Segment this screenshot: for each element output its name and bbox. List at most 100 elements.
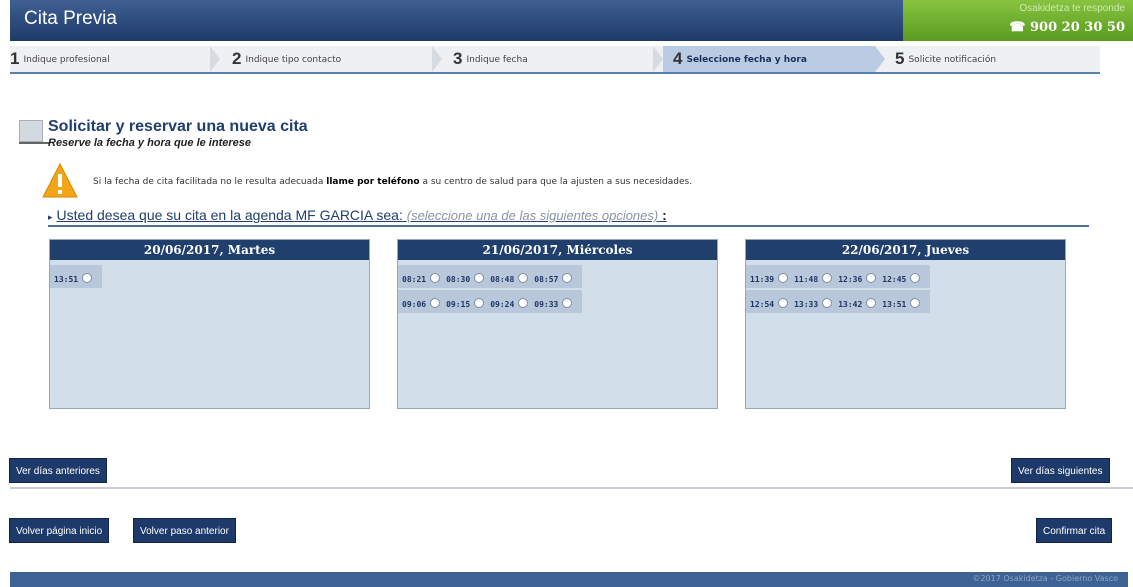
slot-list: 11:39 11:48 12:36 12:45 12:54 13:33 13:42 13:51 [746,260,1065,315]
time-slot-label: 09:06 [402,300,427,309]
time-slot[interactable]: 08:57 [534,273,573,284]
warning-text-after: a su centro de salud para que la ajusten… [419,177,693,187]
time-slot-label: 08:21 [402,275,427,284]
time-slot[interactable]: 08:30 [446,273,485,284]
time-slot[interactable]: 11:48 [794,273,833,284]
time-slot[interactable]: 09:06 [402,298,441,309]
time-slot-radio[interactable] [82,273,93,283]
time-slot-radio[interactable] [474,298,485,308]
time-slot[interactable]: 12:45 [882,273,921,284]
section-subtitle: Reserve la fecha y hora que le interese [48,137,251,149]
day-header: 20/06/2017, Martes [50,240,369,260]
slot-list: 13:51 [50,260,369,290]
section-divider [19,142,49,144]
time-slot[interactable]: 13:51 [54,273,93,284]
day-header: 21/06/2017, Miércoles [398,240,717,260]
day-column: 21/06/2017, Miércoles 08:21 08:30 08:48 08:… [397,239,718,409]
calendar-icon [19,120,43,142]
wizard-steps: 1 Indique profesional 2 Indique tipo conta… [10,46,1100,74]
time-slot[interactable]: 13:42 [838,298,877,309]
step-4-label: Seleccione fecha y hora [686,55,807,65]
time-slot[interactable]: 12:54 [750,298,789,309]
warning-text-before: Si la fecha de cita facilitada no le res… [93,177,327,187]
home-button[interactable]: Volver página inicio [9,518,110,543]
step-1-label: Indique profesional [23,55,110,65]
time-slot-radio[interactable] [430,273,441,283]
step-5: 5 Solicite notificación [895,49,997,68]
app-title: Cita Previa [24,8,117,29]
time-slot[interactable]: 09:24 [490,298,529,309]
time-slot[interactable]: 09:15 [446,298,485,309]
time-slot[interactable]: 13:33 [794,298,833,309]
step-1: 1 Indique profesional [10,49,110,68]
time-slot-radio[interactable] [474,273,485,283]
time-slot-label: 13:33 [794,300,819,309]
time-slot-radio[interactable] [866,298,877,308]
section-title: Solicitar y reservar una nueva cita [48,118,308,135]
step-5-label: Solicite notificación [908,55,997,65]
step-separator [432,46,442,72]
time-slot-label: 09:24 [490,300,515,309]
footer: ©2017 Osakidetza - Gobierno Vasco [10,572,1128,587]
time-slot[interactable]: 08:48 [490,273,529,284]
time-slot[interactable]: 13:51 [882,298,921,309]
step-3: 3 Indique fecha [453,49,528,68]
time-slot-radio[interactable] [430,298,441,308]
time-slot-radio[interactable] [562,273,573,283]
slot-row: 12:54 13:33 13:42 13:51 [746,290,931,313]
time-slot-radio[interactable] [866,273,877,283]
divider [10,487,1133,489]
step-3-label: Indique fecha [466,55,528,65]
step-2: 2 Indique tipo contacto [232,49,342,68]
time-slot-radio[interactable] [518,273,529,283]
phone-contact-box: Osakidetza te responde ☎ 900 20 30 50 [903,0,1133,41]
time-slot-radio[interactable] [562,298,573,308]
slot-row: 09:06 09:15 09:24 09:33 [398,290,583,313]
phone-number: ☎ 900 20 30 50 [1009,20,1125,35]
agenda-divider [48,225,1089,227]
time-slot[interactable]: 08:21 [402,273,441,284]
slot-row: 13:51 [50,265,103,288]
next-days-button[interactable]: Ver días siguientes [1011,458,1110,483]
step-separator [653,46,663,72]
prev-step-button[interactable]: Volver paso anterior [133,518,236,543]
agenda-title-text: Usted desea que su cita en la agenda MF … [56,207,403,223]
time-slot-radio[interactable] [778,298,789,308]
day-header: 22/06/2017, Jueves [746,240,1065,260]
warning-message: Si la fecha de cita facilitada no le res… [93,177,692,187]
warning-icon [42,162,78,198]
time-slot-radio[interactable] [822,298,833,308]
agenda-title: ▸ Usted desea que su cita en la agenda MF… [48,207,667,223]
warning-text-bold: llame por teléfono [326,177,420,187]
phone-tagline: Osakidetza te responde [1019,3,1125,14]
slot-list: 08:21 08:30 08:48 08:57 09:06 09:15 09:24 09:33 [398,260,717,315]
agenda-colon: : [662,207,667,223]
time-slot-radio[interactable] [822,273,833,283]
app-header: Cita Previa Osakidetza te responde ☎ 900… [10,0,1133,41]
step-separator [875,46,885,72]
confirm-button[interactable]: Confirmar cita [1036,518,1113,543]
time-slot-radio[interactable] [518,298,529,308]
time-slot-label: 09:15 [446,300,471,309]
prev-days-button[interactable]: Ver días anteriores [9,458,107,483]
slot-row: 08:21 08:30 08:48 08:57 [398,265,583,288]
day-column: 20/06/2017, Martes 13:51 [49,239,370,409]
time-slot-label: 13:42 [838,300,863,309]
time-slot-radio[interactable] [910,298,921,308]
time-slot[interactable]: 12:36 [838,273,877,284]
time-slot[interactable]: 11:39 [750,273,789,284]
step-4-active: 4 Seleccione fecha y hora [663,46,875,72]
time-slot-label: 12:54 [750,300,775,309]
chevron-right-icon: ▸ [48,212,53,222]
step-2-label: Indique tipo contacto [245,55,342,65]
time-slot-radio[interactable] [778,273,789,283]
step-separator [210,46,220,72]
time-slot[interactable]: 09:33 [534,298,573,309]
time-slot-radio[interactable] [910,273,921,283]
time-slot-label: 08:48 [490,275,515,284]
time-slot-label: 08:57 [534,275,559,284]
slot-row: 11:39 11:48 12:36 12:45 [746,265,931,288]
time-slot-label: 13:51 [54,275,79,284]
day-column: 22/06/2017, Jueves 11:39 11:48 12:36 12:45 1… [745,239,1066,409]
time-slot-label: 13:51 [882,300,907,309]
